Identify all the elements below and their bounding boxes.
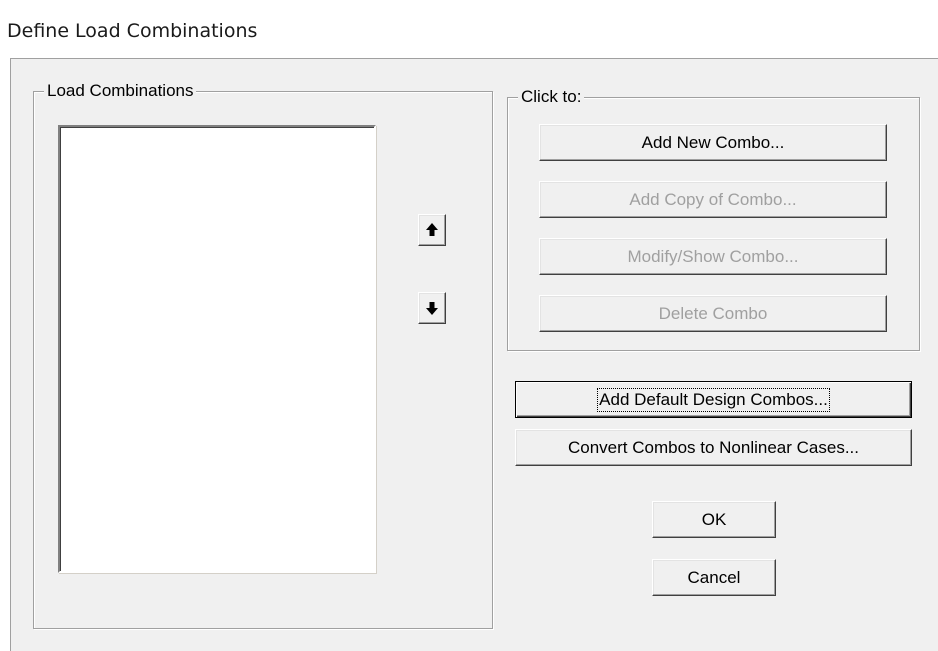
delete-combo-label: Delete Combo xyxy=(658,303,768,323)
click-to-group: Click to: Add New Combo... Add Copy of C… xyxy=(507,86,920,351)
move-down-button[interactable] xyxy=(418,292,446,324)
load-combinations-group: Load Combinations xyxy=(33,80,493,629)
window-title: Define Load Combinations xyxy=(7,20,258,42)
ok-button[interactable]: OK xyxy=(652,501,776,538)
cancel-button[interactable]: Cancel xyxy=(652,559,776,596)
convert-combos-label: Convert Combos to Nonlinear Cases... xyxy=(567,437,860,457)
add-copy-of-combo-label: Add Copy of Combo... xyxy=(629,189,797,209)
add-copy-of-combo-button[interactable]: Add Copy of Combo... xyxy=(539,181,887,218)
arrow-up-icon xyxy=(426,223,438,236)
modify-show-combo-label: Modify/Show Combo... xyxy=(627,246,799,266)
load-combinations-group-label: Load Combinations xyxy=(44,80,197,102)
modify-show-combo-button[interactable]: Modify/Show Combo... xyxy=(539,238,887,275)
add-default-design-combos-label: Add Default Design Combos... xyxy=(597,387,830,412)
arrow-down-icon xyxy=(426,302,438,315)
move-up-button[interactable] xyxy=(418,214,446,246)
dialog-body: Load Combinations Click to: Add New Comb… xyxy=(10,58,938,651)
load-combinations-list[interactable] xyxy=(58,125,376,573)
cancel-label: Cancel xyxy=(687,567,741,587)
delete-combo-button[interactable]: Delete Combo xyxy=(539,295,887,332)
click-to-group-label: Click to: xyxy=(518,86,585,108)
add-new-combo-button[interactable]: Add New Combo... xyxy=(539,124,887,161)
ok-label: OK xyxy=(701,509,727,529)
add-default-design-combos-button[interactable]: Add Default Design Combos... xyxy=(515,381,912,418)
convert-combos-button[interactable]: Convert Combos to Nonlinear Cases... xyxy=(515,429,912,466)
add-new-combo-label: Add New Combo... xyxy=(641,132,785,152)
